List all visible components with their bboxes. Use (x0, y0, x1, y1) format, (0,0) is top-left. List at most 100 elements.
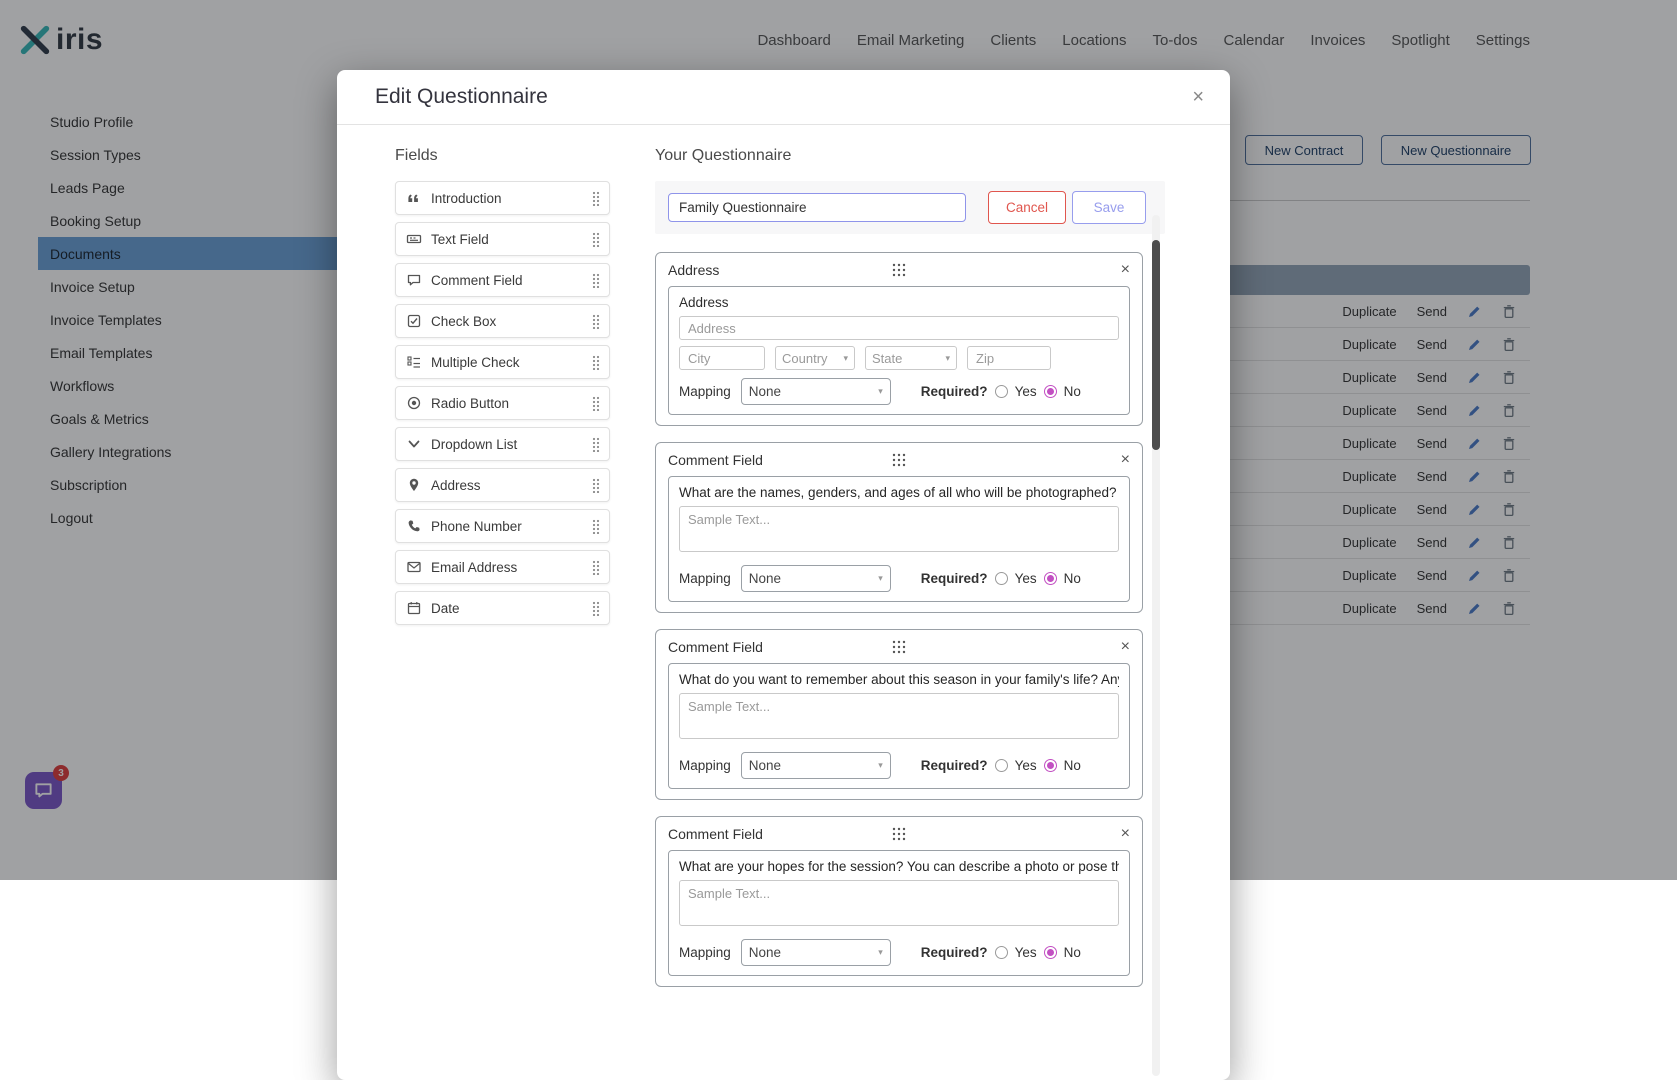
state-select[interactable]: State ▾ (865, 346, 957, 370)
checkbox-icon (406, 313, 422, 329)
question-card-comment-1: Comment Field × What are the names, gend… (655, 442, 1143, 613)
modal-header: Edit Questionnaire × (337, 70, 1230, 125)
comment-textarea[interactable] (679, 506, 1119, 552)
required-label: Required? (920, 758, 988, 773)
field-type-label: Dropdown List (431, 436, 518, 452)
comment-textarea[interactable] (679, 880, 1119, 926)
required-label: Required? (920, 945, 988, 960)
field-type-label: Text Field (431, 231, 489, 247)
drag-handle-icon[interactable] (592, 600, 600, 616)
question-card-comment-3: Comment Field × What are your hopes for … (655, 816, 1143, 987)
remove-card-icon[interactable]: × (906, 261, 1130, 279)
drag-handle-icon[interactable] (592, 436, 600, 452)
calendar-icon (406, 600, 422, 616)
drag-grid-icon[interactable] (892, 827, 906, 841)
phone-icon (406, 518, 422, 534)
field-type-multiple-check[interactable]: Multiple Check (395, 345, 610, 379)
card-type-label: Comment Field (668, 826, 763, 842)
card-type-label: Comment Field (668, 639, 763, 655)
questionnaire-name-row: Cancel Save (655, 181, 1165, 234)
fields-heading: Fields (395, 147, 438, 164)
drag-handle-icon[interactable] (592, 272, 600, 288)
edit-questionnaire-modal: Edit Questionnaire × Fields Introduction… (337, 70, 1230, 1080)
questionnaire-editor: Your Questionnaire Cancel Save Address ×… (655, 147, 1165, 1003)
drag-grid-icon[interactable] (892, 453, 906, 467)
field-type-comment-field[interactable]: Comment Field (395, 263, 610, 297)
mapping-label: Mapping (679, 945, 731, 960)
question-text: What do you want to remember about this … (679, 672, 1119, 687)
chevron-down-icon: ▾ (878, 386, 883, 396)
comment-preview: What do you want to remember about this … (668, 663, 1130, 789)
required-no-radio[interactable] (1043, 385, 1057, 398)
cancel-button[interactable]: Cancel (988, 191, 1066, 224)
no-label: No (1063, 384, 1081, 399)
drag-handle-icon[interactable] (592, 354, 600, 370)
no-label: No (1063, 758, 1081, 773)
field-type-address[interactable]: Address (395, 468, 610, 502)
chevron-down-icon: ▾ (945, 352, 950, 363)
field-type-label: Phone Number (431, 518, 522, 534)
yes-label: Yes (1014, 945, 1037, 960)
mapping-select[interactable]: None ▾ (740, 752, 891, 779)
save-button[interactable]: Save (1072, 191, 1146, 224)
country-select[interactable]: Country ▾ (775, 346, 855, 370)
comment-textarea[interactable] (679, 693, 1119, 739)
city-input[interactable] (679, 346, 765, 370)
question-text: What are the names, genders, and ages of… (679, 485, 1117, 500)
required-no-radio[interactable] (1043, 572, 1057, 585)
address-label: Address (679, 295, 729, 310)
remove-card-icon[interactable]: × (906, 451, 1130, 469)
comment-preview: What are your hopes for the session? You… (668, 850, 1130, 976)
remove-card-icon[interactable]: × (906, 825, 1130, 843)
yes-label: Yes (1014, 571, 1037, 586)
drag-handle-icon[interactable] (592, 477, 600, 493)
envelope-icon (406, 559, 422, 575)
mapping-select[interactable]: None ▾ (740, 378, 891, 405)
field-type-label: Check Box (431, 313, 497, 329)
mapping-select[interactable]: None ▾ (740, 565, 891, 592)
chevron-down-icon: ▾ (843, 352, 848, 363)
required-no-radio[interactable] (1043, 946, 1057, 959)
drag-handle-icon[interactable] (592, 518, 600, 534)
drag-handle-icon[interactable] (592, 190, 600, 206)
field-type-introduction[interactable]: Introduction (395, 181, 610, 215)
field-type-radio-button[interactable]: Radio Button (395, 386, 610, 420)
field-type-dropdown-list[interactable]: Dropdown List (395, 427, 610, 461)
drag-handle-icon[interactable] (592, 231, 600, 247)
field-type-label: Date (431, 600, 460, 616)
card-type-label: Comment Field (668, 452, 763, 468)
mapping-label: Mapping (679, 571, 731, 586)
remove-card-icon[interactable]: × (906, 638, 1130, 656)
card-type-label: Address (668, 262, 720, 278)
required-yes-radio[interactable] (994, 385, 1008, 398)
drag-handle-icon[interactable] (592, 313, 600, 329)
field-type-text-field[interactable]: Text Field (395, 222, 610, 256)
required-yes-radio[interactable] (994, 572, 1008, 585)
required-no-radio[interactable] (1043, 759, 1057, 772)
field-type-label: Radio Button (431, 395, 510, 411)
comment-icon (406, 272, 422, 288)
fields-palette: Fields Introduction Text Field Comment F… (395, 147, 610, 1003)
question-card-comment-2: Comment Field × What do you want to reme… (655, 629, 1143, 800)
drag-handle-icon[interactable] (592, 559, 600, 575)
zip-input[interactable] (967, 346, 1051, 370)
chevron-down-icon (406, 436, 422, 452)
address-input[interactable] (679, 316, 1119, 340)
field-type-phone-number[interactable]: Phone Number (395, 509, 610, 543)
drag-grid-icon[interactable] (892, 640, 906, 654)
questionnaire-name-input[interactable] (668, 193, 966, 222)
chevron-down-icon: ▾ (878, 947, 883, 957)
mapping-label: Mapping (679, 384, 731, 399)
modal-scrollbar-thumb[interactable] (1152, 240, 1160, 450)
mapping-select[interactable]: None ▾ (740, 939, 891, 966)
required-yes-radio[interactable] (994, 946, 1008, 959)
modal-close-icon[interactable]: × (1192, 87, 1204, 107)
drag-handle-icon[interactable] (592, 395, 600, 411)
field-type-date[interactable]: Date (395, 591, 610, 625)
field-type-check-box[interactable]: Check Box (395, 304, 610, 338)
required-yes-radio[interactable] (994, 759, 1008, 772)
drag-grid-icon[interactable] (892, 263, 906, 277)
comment-preview: What are the names, genders, and ages of… (668, 476, 1130, 602)
field-type-email-address[interactable]: Email Address (395, 550, 610, 584)
required-label: Required? (920, 571, 988, 586)
